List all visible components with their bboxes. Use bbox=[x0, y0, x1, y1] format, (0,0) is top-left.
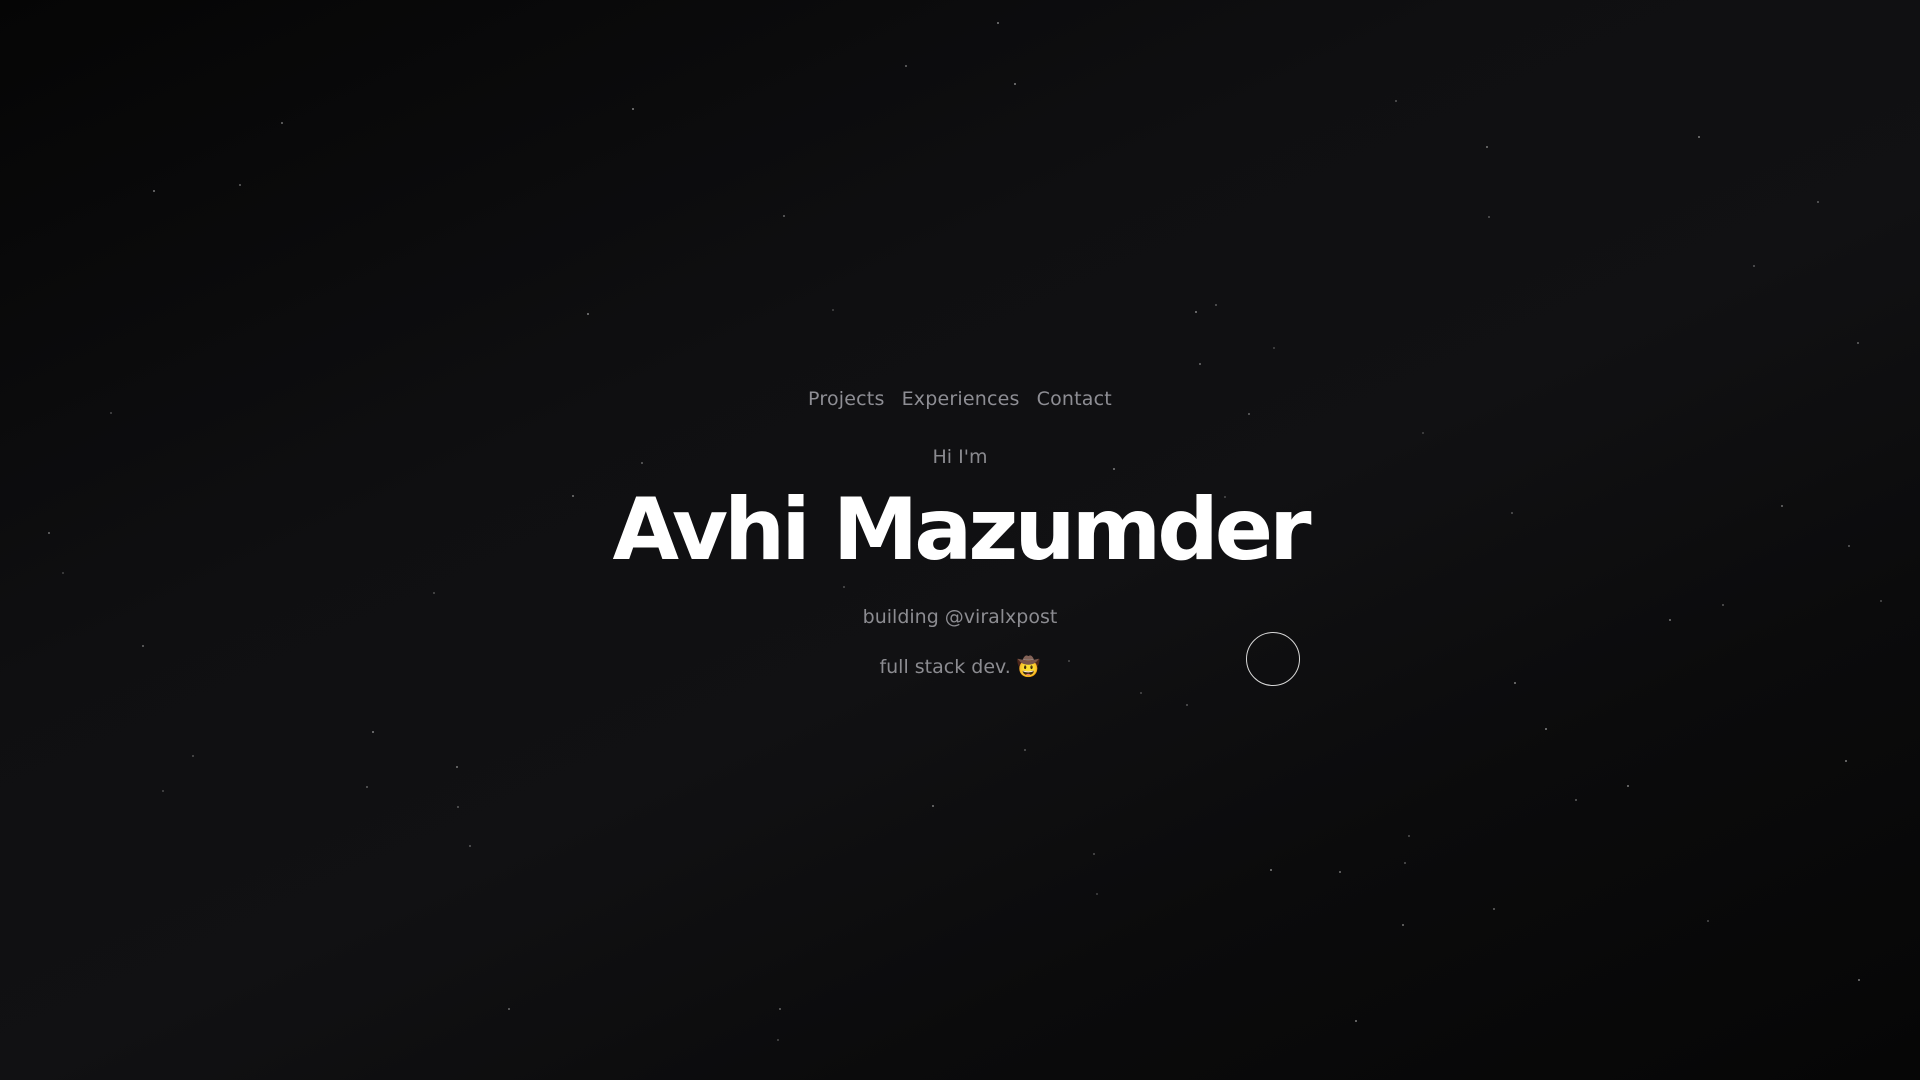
star-dot bbox=[587, 313, 589, 315]
star-dot bbox=[1014, 83, 1016, 85]
star-dot bbox=[1698, 136, 1700, 138]
star-dot bbox=[1199, 363, 1201, 365]
star-dot bbox=[1355, 1020, 1357, 1022]
star-dot bbox=[1817, 201, 1819, 203]
star-dot bbox=[457, 806, 459, 808]
star-dot bbox=[1093, 853, 1095, 855]
star-dot bbox=[508, 1008, 510, 1010]
star-dot bbox=[1408, 835, 1410, 837]
star-dot bbox=[1395, 100, 1397, 102]
star-dot bbox=[997, 22, 999, 24]
star-dot bbox=[1486, 146, 1488, 148]
star-dot bbox=[1402, 924, 1404, 926]
star-dot bbox=[1627, 785, 1629, 787]
hero-tagline: building @viralxpost bbox=[862, 606, 1058, 628]
star-dot bbox=[1186, 704, 1188, 706]
star-dot bbox=[1514, 682, 1516, 684]
star-dot bbox=[1195, 311, 1197, 313]
cursor-ring-icon bbox=[1246, 632, 1300, 686]
star-dot bbox=[1422, 432, 1424, 434]
star-dot bbox=[153, 190, 155, 192]
star-dot bbox=[905, 65, 907, 67]
nav-link-contact[interactable]: Contact bbox=[1037, 388, 1112, 410]
star-dot bbox=[1707, 920, 1709, 922]
star-dot bbox=[777, 1039, 779, 1041]
star-dot bbox=[632, 108, 634, 110]
star-dot bbox=[1493, 908, 1495, 910]
star-dot bbox=[1113, 468, 1115, 470]
star-dot bbox=[281, 122, 283, 124]
star-dot bbox=[1880, 600, 1882, 602]
star-dot bbox=[1404, 862, 1406, 864]
star-dot bbox=[1339, 871, 1341, 873]
star-dot bbox=[1270, 869, 1272, 871]
star-dot bbox=[366, 786, 368, 788]
hero-greeting: Hi I'm bbox=[932, 446, 988, 468]
nav-link-experiences[interactable]: Experiences bbox=[902, 388, 1020, 410]
hero-name: Avhi Mazumder bbox=[612, 480, 1312, 580]
star-dot bbox=[239, 184, 241, 186]
main-nav: Projects Experiences Contact bbox=[0, 388, 1920, 410]
star-dot bbox=[1545, 728, 1547, 730]
star-dot bbox=[142, 645, 144, 647]
star-dot bbox=[1215, 304, 1217, 306]
star-dot bbox=[162, 790, 164, 792]
star-dot bbox=[1248, 413, 1250, 415]
star-dot bbox=[779, 1008, 781, 1010]
star-dot bbox=[110, 412, 112, 414]
star-dot bbox=[783, 215, 785, 217]
star-dot bbox=[932, 805, 934, 807]
nav-link-projects[interactable]: Projects bbox=[808, 388, 885, 410]
star-dot bbox=[1845, 760, 1847, 762]
star-dot bbox=[456, 766, 458, 768]
star-dot bbox=[433, 592, 435, 594]
star-dot bbox=[192, 755, 194, 757]
star-dot bbox=[1024, 749, 1026, 751]
star-dot bbox=[1273, 347, 1275, 349]
star-dot bbox=[1575, 799, 1577, 801]
star-dot bbox=[372, 731, 374, 733]
star-dot bbox=[843, 586, 845, 588]
star-dot bbox=[1488, 216, 1490, 218]
star-dot bbox=[1753, 265, 1755, 267]
star-dot bbox=[1858, 979, 1860, 981]
star-dot bbox=[1096, 893, 1098, 895]
star-dot bbox=[1857, 342, 1859, 344]
hero-role: full stack dev. 🤠 bbox=[879, 656, 1041, 678]
star-dot bbox=[1140, 692, 1142, 694]
star-dot bbox=[469, 845, 471, 847]
star-dot bbox=[832, 309, 834, 311]
